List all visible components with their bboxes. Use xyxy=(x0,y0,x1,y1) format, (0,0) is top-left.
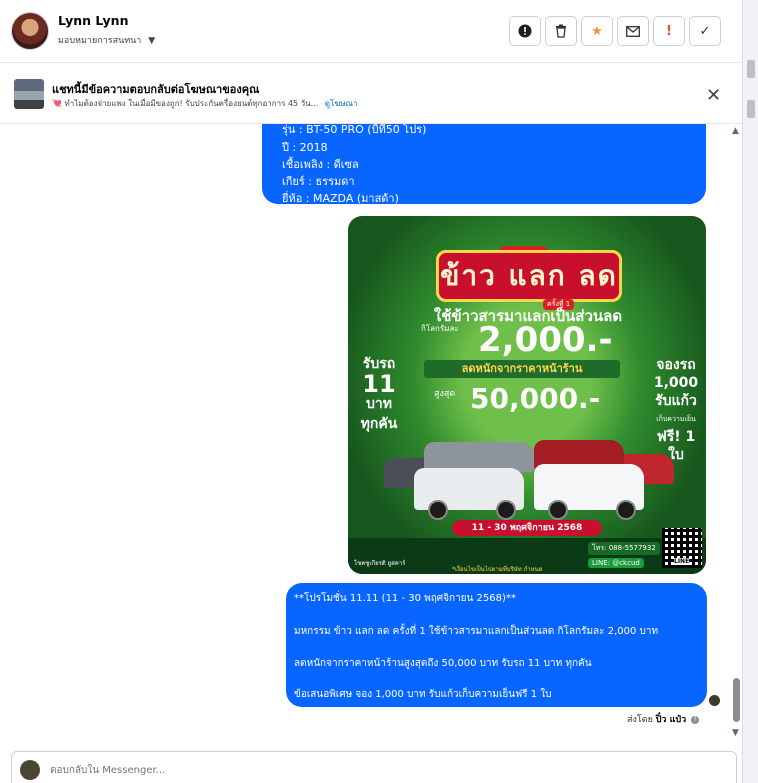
promo-up-to: สูงสุด xyxy=(434,389,456,399)
promo-marquee: ข้าว แลก ลด xyxy=(436,250,622,302)
scroll-down-arrow-icon[interactable]: ▼ xyxy=(732,728,739,738)
sent-by-prefix: ส่งโดย xyxy=(627,715,653,725)
rail-marker xyxy=(747,60,755,78)
close-icon[interactable]: ✕ xyxy=(706,85,721,106)
ad-description-text: 💘 ทำไมต้องจ่ายแพง ในเมื่อมีของถูก! รับปร… xyxy=(52,99,319,108)
reply-input[interactable] xyxy=(48,760,702,780)
alert-circle-icon xyxy=(518,24,532,38)
assign-label: มอบหมายการสนทนา xyxy=(58,36,142,46)
promotion-image[interactable]: มหกรรม ข้าว แลก ลด ครั้งที่ 1 ใช้ข้าวสาร… xyxy=(348,216,706,574)
car-detail-line: รุ่น : BT-50 PRO (บีที50 โปร) xyxy=(282,124,427,136)
message-thread[interactable]: รุ่น : BT-50 PRO (บีที50 โปร) ปี : 2018 … xyxy=(0,124,742,746)
reply-composer[interactable] xyxy=(11,751,737,783)
ad-banner-title: แชทนี้มีข้อความตอบกลับต่อโฆษณาของคุณ xyxy=(52,83,260,96)
sender-name[interactable]: ปิ๋ว แป๋ว xyxy=(656,715,686,725)
wheel-shape xyxy=(428,500,448,520)
promo-left-text: รับรถ 11 บาท ทุกคัน xyxy=(354,354,404,434)
promo-left-number: 11 xyxy=(362,370,396,398)
rail-marker xyxy=(747,100,755,118)
conversation-header: Lynn Lynn มอบหมายการสนทนา ▼ ★ ! ✓ xyxy=(0,0,742,63)
car-detail-line: ปี : 2018 xyxy=(282,141,328,154)
car-detail-line: เกียร์ : ธรรมดา xyxy=(282,175,355,188)
ad-reply-banner: แชทนี้มีข้อความตอบกลับต่อโฆษณาของคุณ 💘 ท… xyxy=(0,63,742,124)
car-detail-line: ยี่ห้อ : MAZDA (มาสด้า) xyxy=(282,192,399,205)
side-rail xyxy=(743,0,758,783)
promo-amount-2: 50,000.- xyxy=(470,382,601,415)
exclamation-icon: ! xyxy=(666,23,672,39)
promo-line-id: LINE: @ckcud xyxy=(588,558,644,568)
caret-down-icon: ▼ xyxy=(148,36,156,46)
wheel-shape xyxy=(616,500,636,520)
promo-cars-illustration xyxy=(384,428,674,524)
car-detail-line: เชื้อเพลิง : ดีเซล xyxy=(282,158,359,171)
promo-phone: โทร: 088-5577932 xyxy=(588,542,660,555)
promo-text-line: ข้อเสนอพิเศษ จอง 1,000 บาท รับแก้วเก็บคว… xyxy=(294,689,552,700)
mark-spam-button[interactable] xyxy=(509,16,541,46)
wheel-shape xyxy=(548,500,568,520)
promo-right-line1: จองรถ xyxy=(656,357,696,373)
wheel-shape xyxy=(496,500,516,520)
ad-thumbnail[interactable] xyxy=(14,79,44,109)
trash-icon xyxy=(556,24,566,38)
promo-text-line: ลดหนักจากราคาหน้าร้านสูงสุดถึง 50,000 บา… xyxy=(294,658,592,669)
promo-brand: โชคชูเกียรติ ยูสคาร์ xyxy=(354,560,406,567)
delete-button[interactable] xyxy=(545,16,577,46)
promotion-text-bubble: **โปรโมชั่น 11.11 (11 - 30 พฤศจิกายน 256… xyxy=(286,583,707,707)
promo-discount-banner: ลดหนักจากราคาหน้าร้าน xyxy=(424,360,620,378)
promo-footer: โชคชูเกียรติ ยูสคาร์ *เงื่อนไขเป็นไปตามท… xyxy=(348,538,706,574)
scrollbar-thumb[interactable] xyxy=(733,678,740,722)
contact-avatar[interactable] xyxy=(11,12,49,50)
info-icon[interactable]: ? xyxy=(691,715,700,724)
conversation-panel: Lynn Lynn มอบหมายการสนทนา ▼ ★ ! ✓ แชทนี้… xyxy=(0,0,743,783)
contact-name[interactable]: Lynn Lynn xyxy=(58,13,128,28)
qr-label: LINE xyxy=(674,558,690,565)
mark-unread-button[interactable] xyxy=(617,16,649,46)
promo-text-line: **โปรโมชั่น 11.11 (11 - 30 พฤศจิกายน 256… xyxy=(294,593,516,604)
seen-avatar xyxy=(709,695,720,706)
promo-right-line2: 1,000 xyxy=(653,375,699,391)
follow-up-button[interactable]: ! xyxy=(653,16,685,46)
promo-amount-1: 2,000.- xyxy=(478,320,613,360)
envelope-icon xyxy=(626,25,640,37)
car-details-bubble: รุ่น : BT-50 PRO (บีที50 โปร) ปี : 2018 … xyxy=(262,124,706,205)
promo-footer-note: *เงื่อนไขเป็นไปตามที่บริษัท กำหนด xyxy=(452,566,543,573)
mark-done-button[interactable]: ✓ xyxy=(689,16,721,46)
star-button[interactable]: ★ xyxy=(581,16,613,46)
promo-text-line: มหกรรม ข้าว แลก ลด ครั้งที่ 1 ใช้ข้าวสาร… xyxy=(294,626,659,637)
promo-right-line3: รับแก้ว xyxy=(655,393,697,409)
scroll-up-arrow-icon[interactable]: ▲ xyxy=(732,126,739,136)
view-ad-link[interactable]: ดูโฆษณา xyxy=(325,99,358,108)
check-icon: ✓ xyxy=(699,23,711,39)
promo-right-small: เก็บความเย็น xyxy=(656,415,696,423)
ad-banner-description: 💘 ทำไมต้องจ่ายแพง ในเมื่อมีของถูก! รับปร… xyxy=(52,97,357,110)
promo-date-range: 11 - 30 พฤศจิกายน 2568 xyxy=(452,520,602,536)
promo-per-kg: กิโลกรัมละ xyxy=(421,324,459,333)
page-avatar xyxy=(20,760,40,780)
sent-by-label: ส่งโดย ปิ๋ว แป๋ว ? xyxy=(627,712,700,726)
assign-conversation-dropdown[interactable]: มอบหมายการสนทนา ▼ xyxy=(58,33,155,47)
star-icon: ★ xyxy=(591,23,603,39)
